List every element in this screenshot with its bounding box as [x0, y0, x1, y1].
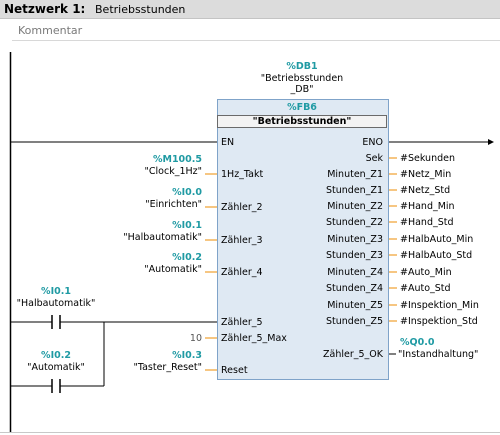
- input-symbol-automatik[interactable]: "Automatik": [80, 264, 202, 275]
- input-symbol-halbautomatik[interactable]: "Halbautomatik": [80, 232, 202, 243]
- db-address[interactable]: %DB1: [252, 61, 352, 72]
- db-name-line1[interactable]: "Betriebsstunden: [242, 73, 362, 84]
- input-address-clock[interactable]: %M100.5: [100, 154, 202, 165]
- output-var-hand-std[interactable]: #Hand_Std: [400, 217, 454, 228]
- output-var-netz-std[interactable]: #Netz_Std: [400, 185, 450, 196]
- pin-eno[interactable]: ENO: [340, 137, 383, 148]
- output-var-halbauto-min[interactable]: #HalbAuto_Min: [400, 234, 473, 245]
- output-var-sekunden[interactable]: #Sekunden: [400, 153, 455, 164]
- input-address-einrichten[interactable]: %I0.0: [100, 187, 202, 198]
- output-pin-minuten-z1[interactable]: Minuten_Z1: [300, 169, 383, 180]
- contact-2-address[interactable]: %I0.2: [6, 350, 106, 361]
- input-address-reset[interactable]: %I0.3: [100, 350, 202, 361]
- output-pin-stunden-z2[interactable]: Stunden_Z2: [300, 217, 383, 228]
- contact-1-address[interactable]: %I0.1: [6, 286, 106, 297]
- fb-name[interactable]: "Betriebsstunden": [217, 116, 387, 127]
- input-pin-zaehler-2[interactable]: Zähler_2: [221, 202, 263, 213]
- input-pin-zaehler-5-max[interactable]: Zähler_5_Max: [221, 333, 287, 344]
- input-pin-reset[interactable]: Reset: [221, 365, 248, 376]
- input-address-halbautomatik[interactable]: %I0.1: [100, 220, 202, 231]
- db-name-line2[interactable]: _DB": [242, 84, 362, 95]
- output-pin-sek[interactable]: Sek: [300, 153, 383, 164]
- output-var-inspektion-min[interactable]: #Inspektion_Min: [400, 300, 479, 311]
- output-pin-minuten-z4[interactable]: Minuten_Z4: [300, 267, 383, 278]
- network-bottom-border: [0, 432, 500, 433]
- output-var-halbauto-std[interactable]: #HalbAuto_Std: [400, 250, 472, 261]
- output-var-hand-min[interactable]: #Hand_Min: [400, 201, 455, 212]
- output-pin-stunden-z5[interactable]: Stunden_Z5: [300, 316, 383, 327]
- output-var-auto-std[interactable]: #Auto_Std: [400, 283, 451, 294]
- contact-2-automatik[interactable]: [48, 377, 64, 395]
- output-pin-stunden-z3[interactable]: Stunden_Z3: [300, 250, 383, 261]
- input-address-automatik[interactable]: %I0.2: [100, 252, 202, 263]
- output-pin-minuten-z5[interactable]: Minuten_Z5: [300, 300, 383, 311]
- output-var-inspektion-std[interactable]: #Inspektion_Std: [400, 316, 478, 327]
- input-symbol-einrichten[interactable]: "Einrichten": [80, 199, 202, 210]
- input-pin-zaehler-5[interactable]: Zähler_5: [221, 317, 263, 328]
- input-constant-10[interactable]: 10: [150, 333, 202, 344]
- output-address-q0-0[interactable]: %Q0.0: [400, 337, 434, 348]
- contact-2-symbol[interactable]: "Automatik": [2, 362, 110, 373]
- pin-en[interactable]: EN: [221, 137, 234, 148]
- contact-1-symbol[interactable]: "Halbautomatik": [2, 298, 110, 309]
- output-pin-minuten-z3[interactable]: Minuten_Z3: [300, 234, 383, 245]
- input-pin-zaehler-4[interactable]: Zähler_4: [221, 267, 263, 278]
- output-pin-stunden-z1[interactable]: Stunden_Z1: [300, 185, 383, 196]
- output-symbol-instandhaltung[interactable]: "Instandhaltung": [398, 349, 478, 360]
- fb-address[interactable]: %FB6: [252, 102, 352, 113]
- input-pin-zaehler-3[interactable]: Zähler_3: [221, 235, 263, 246]
- input-symbol-clock[interactable]: "Clock_1Hz": [80, 166, 202, 177]
- input-pin-1hz-takt[interactable]: 1Hz_Takt: [221, 169, 263, 180]
- output-pin-stunden-z4[interactable]: Stunden_Z4: [300, 283, 383, 294]
- contact-1-halbautomatik[interactable]: [48, 313, 64, 331]
- output-pin-minuten-z2[interactable]: Minuten_Z2: [300, 201, 383, 212]
- output-var-netz-min[interactable]: #Netz_Min: [400, 169, 451, 180]
- output-pin-zaehler-5-ok[interactable]: Zähler_5_OK: [290, 349, 383, 360]
- output-var-auto-min[interactable]: #Auto_Min: [400, 267, 452, 278]
